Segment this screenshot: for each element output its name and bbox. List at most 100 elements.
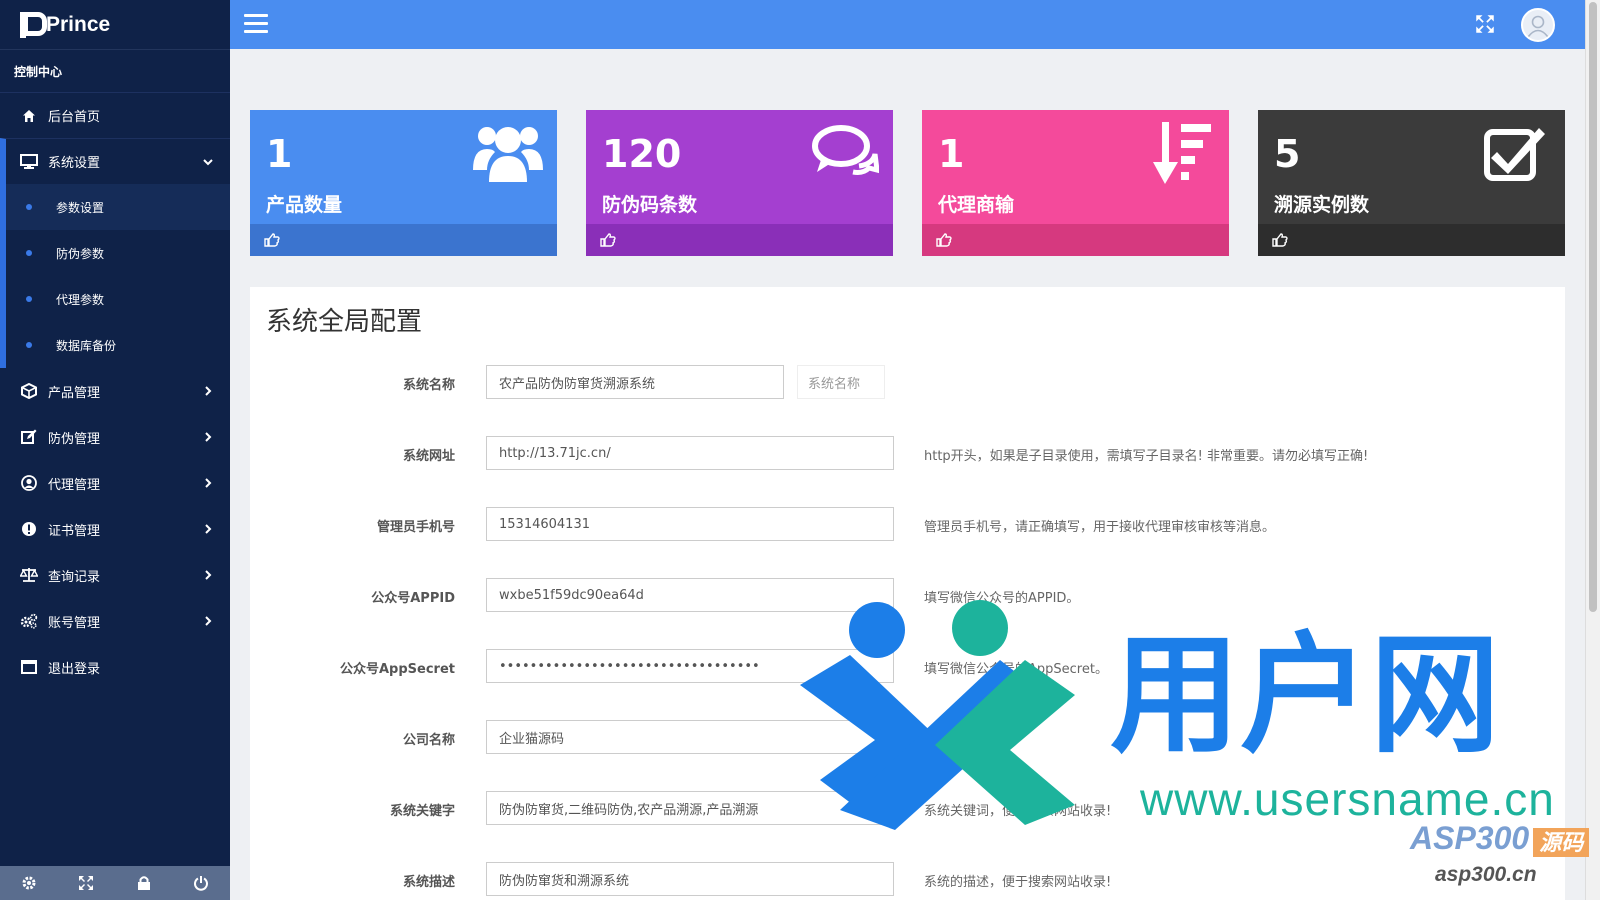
field-help: 系统的描述，便于搜索网站收录! — [924, 875, 1112, 890]
stat-card-agents[interactable]: 1 代理商输 — [922, 110, 1229, 256]
edit-icon — [20, 428, 38, 446]
sidebar-item-label: 证书管理 — [48, 523, 101, 539]
sidebar-item-accounts[interactable]: 账号管理 — [0, 598, 230, 644]
check-square-icon — [1481, 122, 1551, 184]
brand-name: Prince — [46, 12, 111, 36]
field-label: 系统关键字 — [389, 804, 455, 819]
appid-input[interactable] — [486, 578, 894, 612]
stat-card-footer[interactable] — [1258, 224, 1565, 256]
fullscreen-toggle-icon[interactable] — [1475, 14, 1495, 34]
sidebar-subitem-label: 数据库备份 — [56, 338, 117, 353]
form-row-description: 系统描述 系统的描述，便于搜索网站收录! — [250, 862, 1565, 898]
stat-value: 1 — [938, 132, 965, 176]
stat-label: 防伪码条数 — [602, 194, 698, 216]
form-row-system-name: 系统名称 系统名称 — [250, 365, 1565, 401]
field-label: 管理员手机号 — [376, 520, 455, 535]
bullet-icon — [26, 296, 32, 302]
chevron-down-icon — [202, 156, 214, 168]
sidebar-subitem-db-backup[interactable]: 数据库备份 — [6, 322, 230, 368]
chevron-right-icon — [202, 431, 214, 443]
hand-point-icon — [1272, 232, 1288, 248]
field-label: 系统网址 — [402, 449, 455, 464]
stat-value: 1 — [266, 132, 293, 176]
field-label: 公众号AppSecret — [339, 662, 455, 677]
field-help: 填写微信公众号的AppSecret。 — [924, 662, 1108, 677]
cogs-icon — [20, 612, 38, 630]
system-name-addon: 系统名称 — [797, 365, 885, 399]
stat-card-products[interactable]: 1 产品数量 — [250, 110, 557, 256]
menu-toggle-icon[interactable] — [244, 14, 268, 34]
field-help: 公司名称。 — [924, 733, 990, 748]
scrollbar-thumb[interactable] — [1589, 2, 1597, 612]
field-help: http开头，如果是子目录使用，需填写子目录名! 非常重要。请勿必填写正确! — [924, 449, 1369, 464]
field-label: 系统名称 — [402, 378, 455, 393]
stat-label: 产品数量 — [266, 194, 343, 216]
top-navbar — [230, 0, 1585, 49]
description-input[interactable] — [486, 862, 894, 896]
page-title: 系统全局配置 — [266, 307, 423, 337]
sidebar-item-products[interactable]: 产品管理 — [0, 368, 230, 414]
window-icon — [20, 658, 38, 676]
field-label: 系统描述 — [402, 875, 455, 890]
hand-point-icon — [600, 232, 616, 248]
settings-gear-icon[interactable] — [20, 874, 38, 892]
stat-cards: 1 产品数量 120 防伪码条数 1 代理商输 5 溯源实例数 — [250, 110, 1565, 256]
power-icon[interactable] — [192, 874, 210, 892]
system-url-input[interactable] — [486, 436, 894, 470]
sort-desc-icon — [1145, 122, 1215, 184]
cube-icon — [20, 382, 38, 400]
user-circle-icon — [20, 474, 38, 492]
system-name-input[interactable] — [486, 365, 784, 399]
user-avatar[interactable] — [1521, 8, 1555, 42]
sidebar-subitem-anticounterfeit-params[interactable]: 防伪参数 — [6, 230, 230, 276]
sidebar-item-label: 产品管理 — [48, 385, 101, 401]
field-help: 系统关键词，便于搜索网站收录! — [924, 804, 1112, 819]
sidebar-submenu-system-settings: 参数设置 防伪参数 代理参数 数据库备份 — [0, 184, 230, 368]
sidebar-item-label: 账号管理 — [48, 615, 101, 631]
company-name-input[interactable] — [486, 720, 894, 754]
fullscreen-icon[interactable] — [77, 874, 95, 892]
sidebar-subitem-agent-params[interactable]: 代理参数 — [6, 276, 230, 322]
stat-label: 溯源实例数 — [1274, 194, 1370, 216]
sidebar-item-home[interactable]: 后台首页 — [0, 92, 230, 138]
config-panel: 系统全局配置 系统名称 系统名称 系统网址 http开头，如果是子目录使用，需填… — [250, 287, 1565, 900]
sidebar-item-certificates[interactable]: 证书管理 — [0, 506, 230, 552]
stat-card-footer[interactable] — [922, 224, 1229, 256]
stat-card-footer[interactable] — [250, 224, 557, 256]
form-row-system-url: 系统网址 http开头，如果是子目录使用，需填写子目录名! 非常重要。请勿必填写… — [250, 436, 1565, 472]
appsecret-input[interactable] — [486, 649, 894, 683]
chevron-right-icon — [202, 615, 214, 627]
sidebar-item-system-settings[interactable]: 系统设置 — [0, 138, 230, 184]
sidebar-item-label: 防伪管理 — [48, 431, 101, 447]
sidebar-subitem-label: 参数设置 — [56, 200, 105, 215]
stat-value: 120 — [602, 132, 682, 176]
stat-value: 5 — [1274, 132, 1301, 176]
sidebar-item-anticounterfeit[interactable]: 防伪管理 — [0, 414, 230, 460]
stat-card-footer[interactable] — [586, 224, 893, 256]
keywords-input[interactable] — [486, 791, 894, 825]
brand[interactable]: Prince — [0, 0, 230, 50]
admin-phone-input[interactable] — [486, 507, 894, 541]
sidebar: Prince 控制中心 后台首页 系统设置 参数设置 防伪参数 代理参数 数据库… — [0, 0, 230, 900]
stat-card-trace[interactable]: 5 溯源实例数 — [1258, 110, 1565, 256]
field-help: 填写微信公众号的APPID。 — [924, 591, 1080, 606]
sidebar-item-label: 退出登录 — [48, 661, 101, 677]
bullet-icon — [26, 204, 32, 210]
chevron-right-icon — [202, 477, 214, 489]
chevron-right-icon — [202, 523, 214, 535]
sidebar-section-title: 控制中心 — [14, 65, 63, 79]
comments-icon — [809, 122, 880, 184]
sidebar-item-query-log[interactable]: 查询记录 — [0, 552, 230, 598]
sidebar-item-agents[interactable]: 代理管理 — [0, 460, 230, 506]
sidebar-footer — [0, 866, 230, 900]
page-scrollbar[interactable] — [1585, 0, 1600, 900]
lock-icon[interactable] — [135, 874, 153, 892]
field-label: 公司名称 — [402, 733, 455, 748]
form-row-keywords: 系统关键字 系统关键词，便于搜索网站收录! — [250, 791, 1565, 827]
hand-point-icon — [264, 232, 280, 248]
sidebar-item-logout[interactable]: 退出登录 — [0, 644, 230, 690]
hand-point-icon — [936, 232, 952, 248]
stat-card-codes[interactable]: 120 防伪码条数 — [586, 110, 893, 256]
sidebar-subitem-params[interactable]: 参数设置 — [6, 184, 230, 230]
sidebar-item-label: 代理管理 — [48, 477, 101, 493]
